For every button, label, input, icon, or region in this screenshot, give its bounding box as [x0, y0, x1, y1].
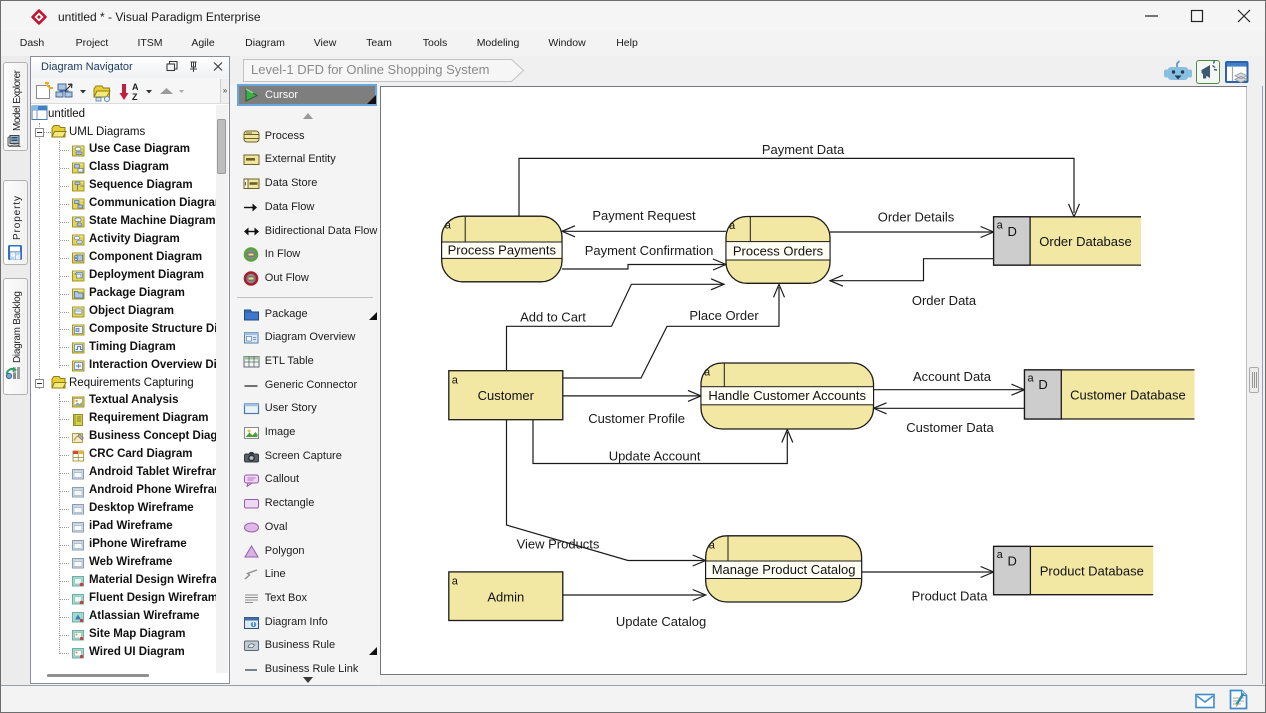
svg-text:View Products: View Products [517, 537, 600, 552]
svg-text:Model Explorer: Model Explorer [12, 69, 23, 131]
svg-text:Add to Cart: Add to Cart [520, 310, 586, 325]
svg-text:Customer Database: Customer Database [1070, 388, 1186, 403]
svg-text:a: a [1028, 373, 1035, 385]
svg-text:Product Database: Product Database [1040, 564, 1144, 579]
svg-text:Handle Customer Accounts: Handle Customer Accounts [708, 388, 866, 403]
svg-text:Z: Z [132, 92, 138, 102]
svg-text:Order Data: Order Data [912, 293, 977, 308]
svg-text:Customer Data: Customer Data [906, 420, 994, 435]
svg-text:a: a [445, 220, 452, 232]
svg-text:Account Data: Account Data [913, 369, 992, 384]
svg-text:D: D [1008, 554, 1017, 569]
svg-text:Payment Request: Payment Request [592, 208, 696, 223]
svg-text:a: a [709, 539, 716, 551]
svg-text:a: a [729, 220, 736, 232]
svg-text:Manage Product Catalog: Manage Product Catalog [712, 562, 856, 577]
svg-text:D: D [1008, 224, 1017, 239]
svg-text:a: a [997, 220, 1004, 232]
svg-text:a: a [704, 367, 711, 379]
svg-text:D: D [1038, 377, 1047, 392]
svg-text:a: a [452, 576, 459, 588]
svg-text:Update Account: Update Account [609, 449, 701, 464]
svg-text:a: a [997, 549, 1004, 561]
svg-text:a: a [452, 375, 459, 387]
svg-text:Order Details: Order Details [878, 210, 955, 225]
svg-text:Process Orders: Process Orders [733, 244, 824, 259]
svg-text:Payment Confirmation: Payment Confirmation [585, 243, 714, 258]
svg-text:Customer Profile: Customer Profile [588, 411, 685, 426]
svg-text:Customer: Customer [478, 388, 535, 403]
svg-text:Place Order: Place Order [689, 308, 759, 323]
svg-text:Diagram Backlog: Diagram Backlog [12, 291, 23, 363]
svg-text:Order Database: Order Database [1039, 234, 1132, 249]
svg-text:A: A [132, 82, 139, 92]
svg-text:Payment Data: Payment Data [762, 142, 845, 157]
svg-text:Property: Property [12, 196, 23, 240]
svg-text:Product Data: Product Data [912, 589, 989, 604]
svg-text:Process Payments: Process Payments [448, 243, 557, 258]
svg-text:Update Catalog: Update Catalog [616, 614, 706, 629]
svg-text:Admin: Admin [487, 590, 524, 605]
